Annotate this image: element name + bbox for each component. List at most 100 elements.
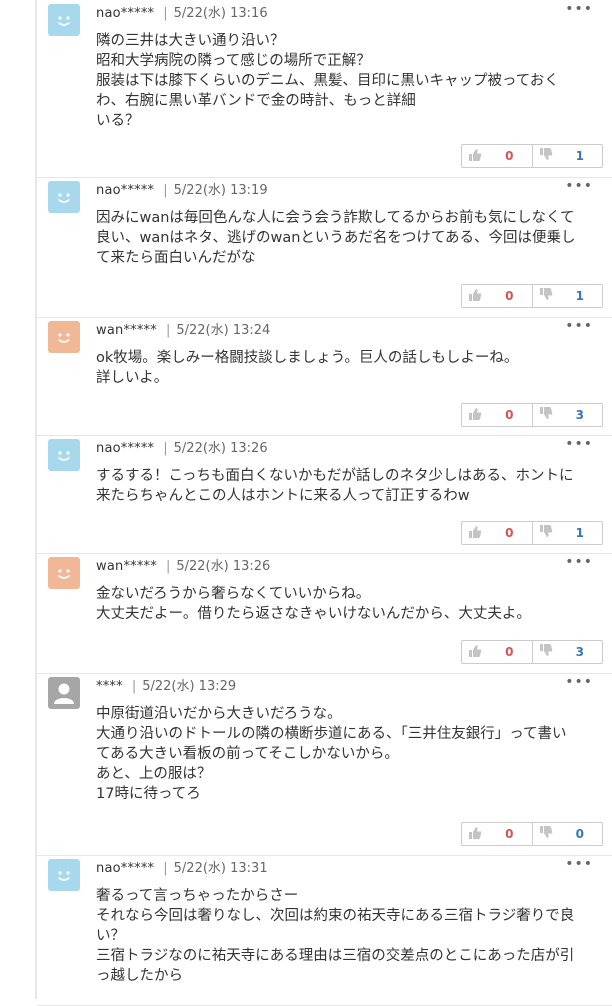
comment-line: 詳しいよ。: [96, 370, 169, 386]
username[interactable]: wan*****: [96, 559, 157, 574]
username[interactable]: nao*****: [96, 441, 154, 456]
good-button[interactable]: 0: [462, 522, 532, 544]
username[interactable]: ****: [96, 679, 123, 694]
thumbs-down-icon: [533, 525, 553, 541]
bad-count: 1: [575, 149, 584, 163]
comment-item: nao***** | 5/22(水) 13:26 ••• するする！こっちも面白くないか…: [37, 435, 612, 554]
comment-item: nao***** | 5/22(水) 13:16 ••• 隣の三井は大きい通り沿い？ 昭和…: [37, 0, 612, 178]
comment-line: 昭和大学病院の隣って感じの場所で正解？: [96, 53, 371, 69]
good-count: 0: [505, 408, 514, 422]
comment-line: 因みにwanは毎回色んな人に会う会う詐欺してるからお前も気にしなくて: [96, 210, 575, 226]
good-button[interactable]: 0: [462, 145, 532, 167]
comment-line: いる？: [96, 113, 140, 129]
bad-button[interactable]: 1: [531, 145, 603, 167]
vote-bar: 01: [461, 144, 603, 168]
thumbs-up-icon: [462, 288, 482, 304]
bad-count: 3: [575, 408, 584, 422]
good-button[interactable]: 0: [462, 641, 532, 663]
comment-line: 金ないだろうから奢らなくていいからね。: [96, 586, 371, 602]
username[interactable]: nao*****: [96, 861, 154, 876]
comment-line: 中原街道沿いだから大きいだろうな。: [96, 706, 342, 722]
comment-body: 因みにwanは毎回色んな人に会う会う詐欺してるからお前も気にしなくて 良い、wan…: [96, 208, 598, 268]
avatar[interactable]: [48, 439, 80, 471]
thumbs-down-icon: [533, 644, 553, 660]
comment-line: 良い、wanはネタ、逃げのwanというあだ名をつけてある、今回は便乗し: [96, 230, 576, 246]
username[interactable]: wan*****: [96, 323, 157, 338]
comment-line: 大丈夫だよー。借りたら返さなきゃいけないんだから、大丈夫よ。: [96, 606, 531, 622]
timestamp: 5/22(水) 13:26: [176, 559, 271, 574]
more-menu-icon[interactable]: •••: [565, 555, 593, 569]
meta-separator: |: [165, 559, 171, 574]
bad-button[interactable]: 3: [531, 404, 603, 426]
comment-line: っ越したから: [96, 968, 183, 984]
bad-count: 1: [575, 289, 584, 303]
bad-button[interactable]: 1: [531, 285, 603, 307]
comment-line: 奢るって言っちゃったからさー: [96, 888, 299, 904]
comment-body: 金ないだろうから奢らなくていいからね。大丈夫だよー。借りたら返さなきゃいけないん…: [96, 584, 598, 624]
comment-body: ok牧場。楽しみー格闘技談しましょう。巨人の話しもしよーね。 詳しいよ。: [96, 348, 598, 388]
comment-body: 中原街道沿いだから大きいだろうな。大通り沿いのドトールの隣の横断歩道にある、「三…: [96, 704, 598, 804]
comment-line: 大通り沿いのドトールの隣の横断歩道にある、「三井住友銀行」って書い: [96, 726, 567, 742]
thumbs-down-icon: [533, 407, 553, 423]
avatar[interactable]: [48, 181, 80, 213]
timestamp: 5/22(水) 13:16: [173, 6, 268, 21]
bad-button[interactable]: 3: [531, 641, 603, 663]
good-count: 0: [505, 149, 514, 163]
timestamp: 5/22(水) 13:31: [173, 861, 268, 876]
comment-meta: nao***** | 5/22(水) 13:19: [96, 182, 268, 200]
comment-line: 服装は下は膝下くらいのデニム、黒髪、目印に黒いキャップ被っておく: [96, 73, 559, 89]
meta-separator: |: [163, 441, 168, 456]
username[interactable]: nao*****: [96, 183, 154, 198]
more-menu-icon[interactable]: •••: [565, 319, 593, 333]
comment-line: い？: [96, 928, 125, 944]
meta-separator: |: [163, 6, 168, 21]
more-menu-icon[interactable]: •••: [565, 675, 593, 689]
good-button[interactable]: 0: [462, 285, 532, 307]
comment-item: nao***** | 5/22(水) 13:19 ••• 因みにwanは毎回色んな人に会…: [37, 177, 612, 318]
good-button[interactable]: 0: [462, 404, 532, 426]
comment-meta: nao***** | 5/22(水) 13:16: [96, 5, 268, 23]
bad-count: 0: [575, 827, 584, 841]
comment-line: ok牧場。楽しみー格闘技談しましょう。巨人の話しもしよーね。: [96, 350, 519, 366]
timestamp: 5/22(水) 13:29: [142, 679, 237, 694]
bad-count: 3: [575, 645, 584, 659]
bad-button[interactable]: 0: [531, 823, 603, 845]
good-button[interactable]: 0: [462, 823, 532, 845]
good-count: 0: [505, 645, 514, 659]
username[interactable]: nao*****: [96, 6, 154, 21]
vote-bar: 01: [461, 284, 603, 308]
vote-bar: 03: [461, 403, 603, 427]
good-count: 0: [505, 827, 514, 841]
comment-line: するする！こっちも面白くないかもだが話しのネタ少しはある、ホントに: [96, 468, 574, 484]
comment-meta: nao***** | 5/22(水) 13:26: [96, 440, 268, 458]
timestamp: 5/22(水) 13:26: [173, 441, 268, 456]
comment-line: 三宿トラジなのに祐天寺にある理由は三宿の交差点のとこにあった店が引: [96, 948, 575, 964]
bad-button[interactable]: 1: [531, 522, 603, 544]
avatar[interactable]: [48, 859, 80, 891]
thumbs-down-icon: [533, 826, 553, 842]
comment-line: 17時に待ってろ: [96, 786, 201, 802]
thumbs-up-icon: [462, 644, 482, 660]
comment-item: **** | 5/22(水) 13:29 ••• 中原街道沿いだから大きいだろうな。大通…: [37, 673, 612, 856]
vote-bar: 00: [461, 822, 603, 846]
avatar[interactable]: [48, 557, 80, 589]
good-count: 0: [505, 289, 514, 303]
comment-body: 奢るって言っちゃったからさー それなら今回は奢りなし、次回は約束の祐天寺にある三宿…: [96, 886, 598, 986]
more-menu-icon[interactable]: •••: [565, 857, 593, 871]
vote-bar: 03: [461, 640, 603, 664]
comment-item: wan***** | 5/22(水) 13:24 ••• ok牧場。楽しみー格闘技談しま…: [37, 317, 612, 436]
meta-separator: |: [163, 861, 168, 876]
avatar[interactable]: [48, 4, 80, 36]
comment-meta: **** | 5/22(水) 13:29: [96, 678, 236, 696]
thumbs-down-icon: [533, 288, 553, 304]
bad-count: 1: [575, 526, 584, 540]
thumbs-up-icon: [462, 525, 482, 541]
comment-line: 隣の三井は大きい通り沿い？: [96, 33, 285, 49]
thumbs-up-icon: [462, 826, 482, 842]
comment-line: てある大きい看板の前ってそこしかないから。: [96, 746, 399, 762]
more-menu-icon[interactable]: •••: [565, 179, 593, 193]
more-menu-icon[interactable]: •••: [565, 2, 593, 16]
avatar[interactable]: [48, 677, 80, 709]
more-menu-icon[interactable]: •••: [565, 437, 593, 451]
avatar[interactable]: [48, 321, 80, 353]
